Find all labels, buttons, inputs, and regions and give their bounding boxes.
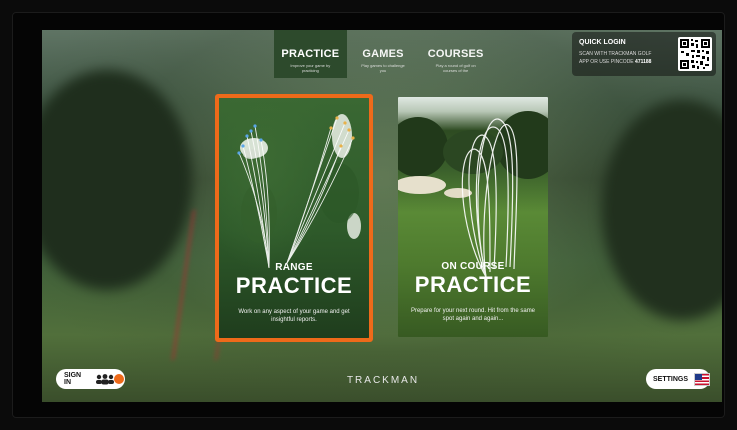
qr-code-icon [678, 37, 712, 71]
quick-login-pincode-prefix: APP OR USE PINCODE [579, 59, 634, 65]
range-practice-image: RANGE PRACTICE Work on any aspect of you… [219, 98, 369, 338]
course-shot-tracers [398, 111, 548, 278]
card-subtitle: ON COURSE [441, 261, 505, 272]
brand-logo: TRACKMAN [346, 375, 420, 386]
on-course-practice-card[interactable]: ON COURSE PRACTICE Prepare for your next… [398, 97, 548, 337]
quick-login-title: QUICK LOGIN [579, 39, 626, 46]
range-shot-tracers [237, 114, 361, 269]
card-description: Work on any aspect of your game and get … [238, 309, 350, 323]
quick-login-pincode: 471188 [635, 59, 652, 65]
app-screen: PRACTICE Improve your game by practicing… [42, 30, 722, 402]
background-tree [42, 70, 192, 290]
tab-label: GAMES [362, 48, 404, 60]
quick-login-pincode-line: APP OR USE PINCODE 471188 [579, 59, 651, 65]
tab-practice[interactable]: PRACTICE Improve your game by practicing [274, 30, 347, 78]
background-tree [602, 100, 722, 320]
mode-tabs: PRACTICE Improve your game by practicing… [274, 30, 492, 78]
tab-subtitle: Play a round of golf on courses of the [435, 63, 476, 73]
tab-label: COURSES [427, 48, 484, 60]
quick-login-instruction: SCAN WITH TRACKMAN GOLF [579, 51, 652, 57]
tab-courses[interactable]: COURSES Play a round of golf on courses … [419, 30, 492, 78]
settings-label: SETTINGS [653, 375, 689, 383]
card-description: Prepare for your next round. Hit from th… [410, 308, 536, 322]
tab-subtitle: Play games to challenge you [361, 63, 405, 73]
card-subtitle: RANGE [275, 262, 313, 273]
tab-subtitle: Improve your game by practicing [290, 63, 331, 73]
users-icon [95, 373, 125, 385]
on-course-practice-image: ON COURSE PRACTICE Prepare for your next… [398, 97, 548, 337]
tab-label: PRACTICE [281, 48, 340, 60]
card-title: PRACTICE [414, 272, 532, 297]
quick-login-panel: QUICK LOGIN SCAN WITH TRACKMAN GOLF APP … [572, 32, 716, 76]
sign-in-button[interactable]: SIGN IN [56, 369, 125, 389]
card-title: PRACTICE [235, 273, 353, 298]
us-flag-icon [694, 372, 710, 386]
settings-button[interactable]: SETTINGS [646, 369, 710, 389]
tab-games[interactable]: GAMES Play games to challenge you [347, 30, 420, 78]
range-practice-card[interactable]: RANGE PRACTICE Work on any aspect of you… [215, 94, 373, 342]
sign-in-label: SIGN IN [64, 372, 82, 386]
